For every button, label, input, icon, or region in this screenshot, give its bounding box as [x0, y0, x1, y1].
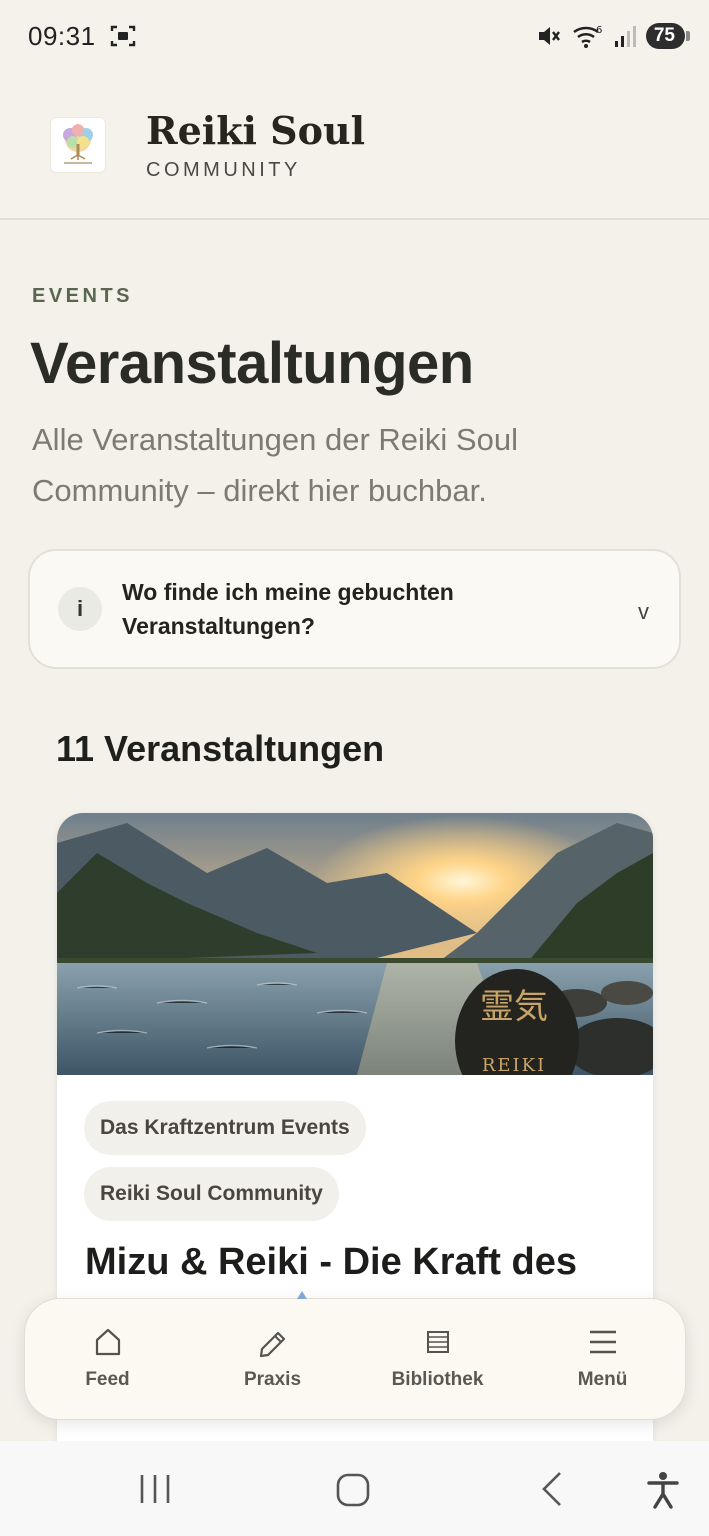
back-icon[interactable] — [538, 1469, 568, 1509]
app-logo[interactable] — [50, 117, 106, 173]
signal-icon — [614, 26, 636, 47]
stone-kanji: 霊気 — [480, 987, 548, 1027]
tree-of-life-logo — [63, 124, 93, 164]
bottom-nav: Feed Praxis Bibliothek Menü — [24, 1291, 686, 1420]
events-count-heading: 11 Veranstaltungen — [56, 728, 385, 769]
nav-item-praxis[interactable]: Praxis — [190, 1299, 355, 1419]
library-icon — [426, 1331, 449, 1353]
wifi-icon: 6 — [573, 25, 602, 48]
event-image: 霊気 REIKI — [57, 813, 653, 1075]
recent-apps-icon[interactable] — [138, 1469, 172, 1509]
event-title[interactable]: Mizu & Reiki - Die Kraft des — [85, 1241, 577, 1284]
home-icon — [95, 1328, 120, 1356]
nav-label: Praxis — [243, 1369, 302, 1390]
brand: Reiki Soul COMMUNITY — [146, 107, 366, 182]
app-header: Reiki Soul COMMUNITY — [0, 72, 709, 220]
nav-label: Feed — [85, 1369, 130, 1390]
menu-icon — [589, 1330, 616, 1354]
accordion-question: Wo finde ich meine gebuchten Veranstaltu… — [122, 579, 454, 639]
page-description: Alle Veranstaltungen der Reiki Soul Comm… — [32, 422, 518, 508]
page-title: Veranstaltungen — [30, 331, 474, 396]
status-bar: 09:31 6 75 — [0, 0, 709, 72]
booked-events-accordion[interactable]: i Wo finde ich meine gebuchten Veranstal… — [28, 549, 681, 669]
stone-label: REIKI — [482, 1055, 546, 1075]
accessibility-icon[interactable] — [646, 1469, 680, 1509]
nav-label: Menü — [577, 1369, 628, 1390]
nav-item-menu[interactable]: Menü — [520, 1299, 685, 1419]
nav-item-feed[interactable]: Feed — [25, 1299, 190, 1419]
info-icon: i — [58, 587, 102, 631]
app-subtitle: COMMUNITY — [146, 158, 301, 181]
nav-indicator-dot — [297, 1291, 307, 1299]
chevron-down-icon: v — [638, 599, 649, 624]
event-tag[interactable]: Reiki Soul Community — [84, 1167, 339, 1221]
screenshot-icon — [110, 25, 135, 47]
nav-label: Bibliothek — [391, 1369, 484, 1390]
battery-icon: 75 — [645, 23, 691, 49]
section-eyebrow: EVENTS — [32, 285, 134, 307]
pencil-icon — [259, 1331, 285, 1358]
status-icons: 6 75 — [536, 23, 691, 49]
mute-icon — [538, 27, 560, 45]
network-label: 6 — [596, 25, 602, 36]
event-tag[interactable]: Das Kraftzentrum Events — [84, 1101, 366, 1155]
system-nav-bar — [0, 1441, 709, 1536]
home-circle-icon[interactable] — [334, 1469, 374, 1509]
app-title: Reiki Soul — [146, 107, 366, 153]
nav-item-bibliothek[interactable]: Bibliothek — [355, 1299, 520, 1419]
status-time: 09:31 — [28, 20, 96, 51]
